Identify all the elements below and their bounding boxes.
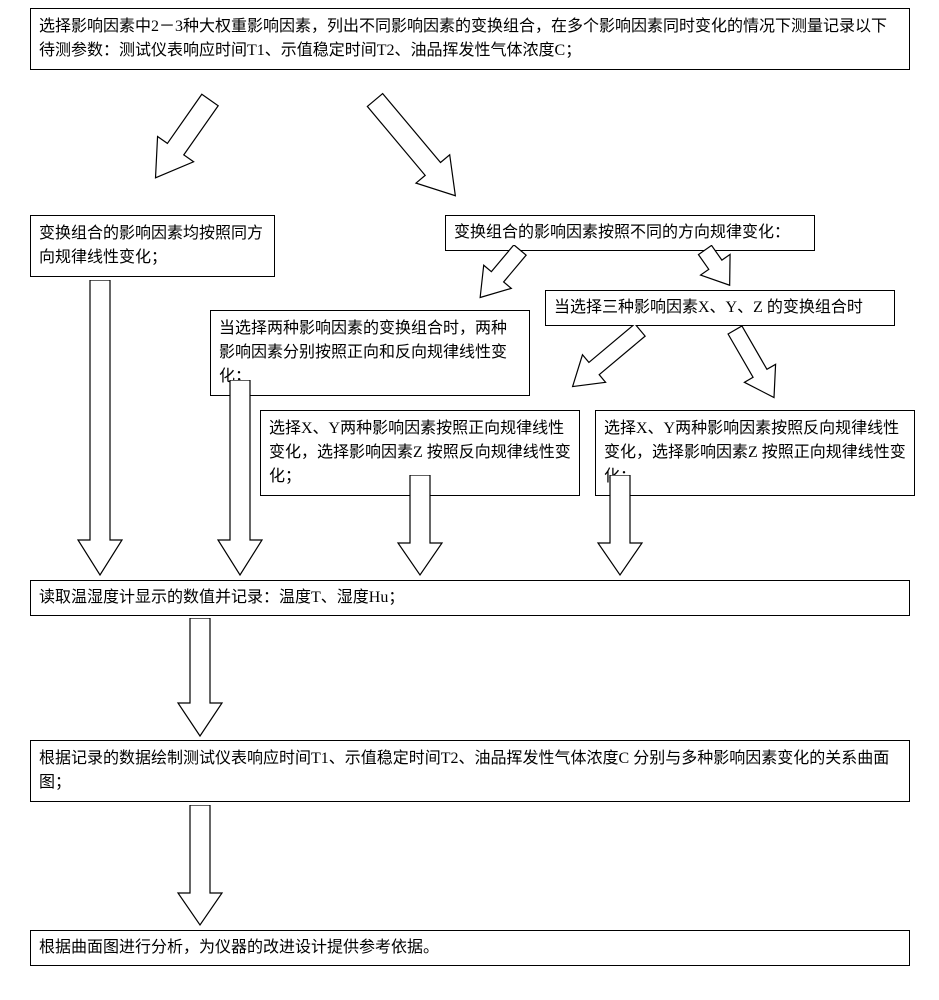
arrow-top-to-left: [115, 90, 235, 210]
text-left-same: 变换组合的影响因素均按照同方向规律线性变化；: [39, 225, 263, 266]
text-three-factors: 当选择三种影响因素X、Y、Z 的变换组合时: [554, 299, 863, 316]
box-three-factors: 当选择三种影响因素X、Y、Z 的变换组合时: [545, 290, 895, 326]
arrow-pos-to-read: [395, 475, 445, 580]
text-draw-curves: 根据记录的数据绘制测试仪表响应时间T1、示值稳定时间T2、油品挥发性气体浓度C …: [39, 750, 889, 791]
text-analyze: 根据曲面图进行分析，为仪器的改进设计提供参考依据。: [39, 939, 439, 956]
box-read-values: 读取温湿度计显示的数值并记录：温度T、湿度Hu；: [30, 580, 910, 616]
arrow-left-to-read: [75, 280, 125, 580]
text-xy-neg-z-pos: 选择X、Y两种影响因素按照反向规律线性变化，选择影响因素Z 按照正向规律线性变化…: [604, 420, 906, 485]
arrow-diff-to-two: [445, 245, 545, 315]
box-top: 选择影响因素中2－3种大权重影响因素，列出不同影响因素的变换组合，在多个影响因素…: [30, 8, 910, 70]
box-left-same: 变换组合的影响因素均按照同方向规律线性变化；: [30, 215, 275, 277]
arrow-read-to-draw: [175, 618, 225, 740]
arrow-diff-to-three: [690, 245, 770, 295]
box-draw-curves: 根据记录的数据绘制测试仪表响应时间T1、示值稳定时间T2、油品挥发性气体浓度C …: [30, 740, 910, 802]
arrow-draw-to-analyze: [175, 805, 225, 930]
arrow-neg-to-read: [595, 475, 645, 580]
arrow-three-to-neg: [720, 325, 820, 415]
text-top: 选择影响因素中2－3种大权重影响因素，列出不同影响因素的变换组合，在多个影响因素…: [39, 18, 887, 59]
arrow-two-to-read: [215, 380, 265, 580]
box-analyze: 根据曲面图进行分析，为仪器的改进设计提供参考依据。: [30, 930, 910, 966]
arrow-top-to-right: [355, 90, 525, 215]
arrow-three-to-pos: [535, 325, 665, 415]
text-right-diff: 变换组合的影响因素按照不同的方向规律变化：: [454, 224, 790, 241]
text-read-values: 读取温湿度计显示的数值并记录：温度T、湿度Hu；: [39, 589, 404, 606]
text-two-factors: 当选择两种影响因素的变换组合时，两种影响因素分别按照正向和反向规律线性变化；: [219, 320, 507, 385]
